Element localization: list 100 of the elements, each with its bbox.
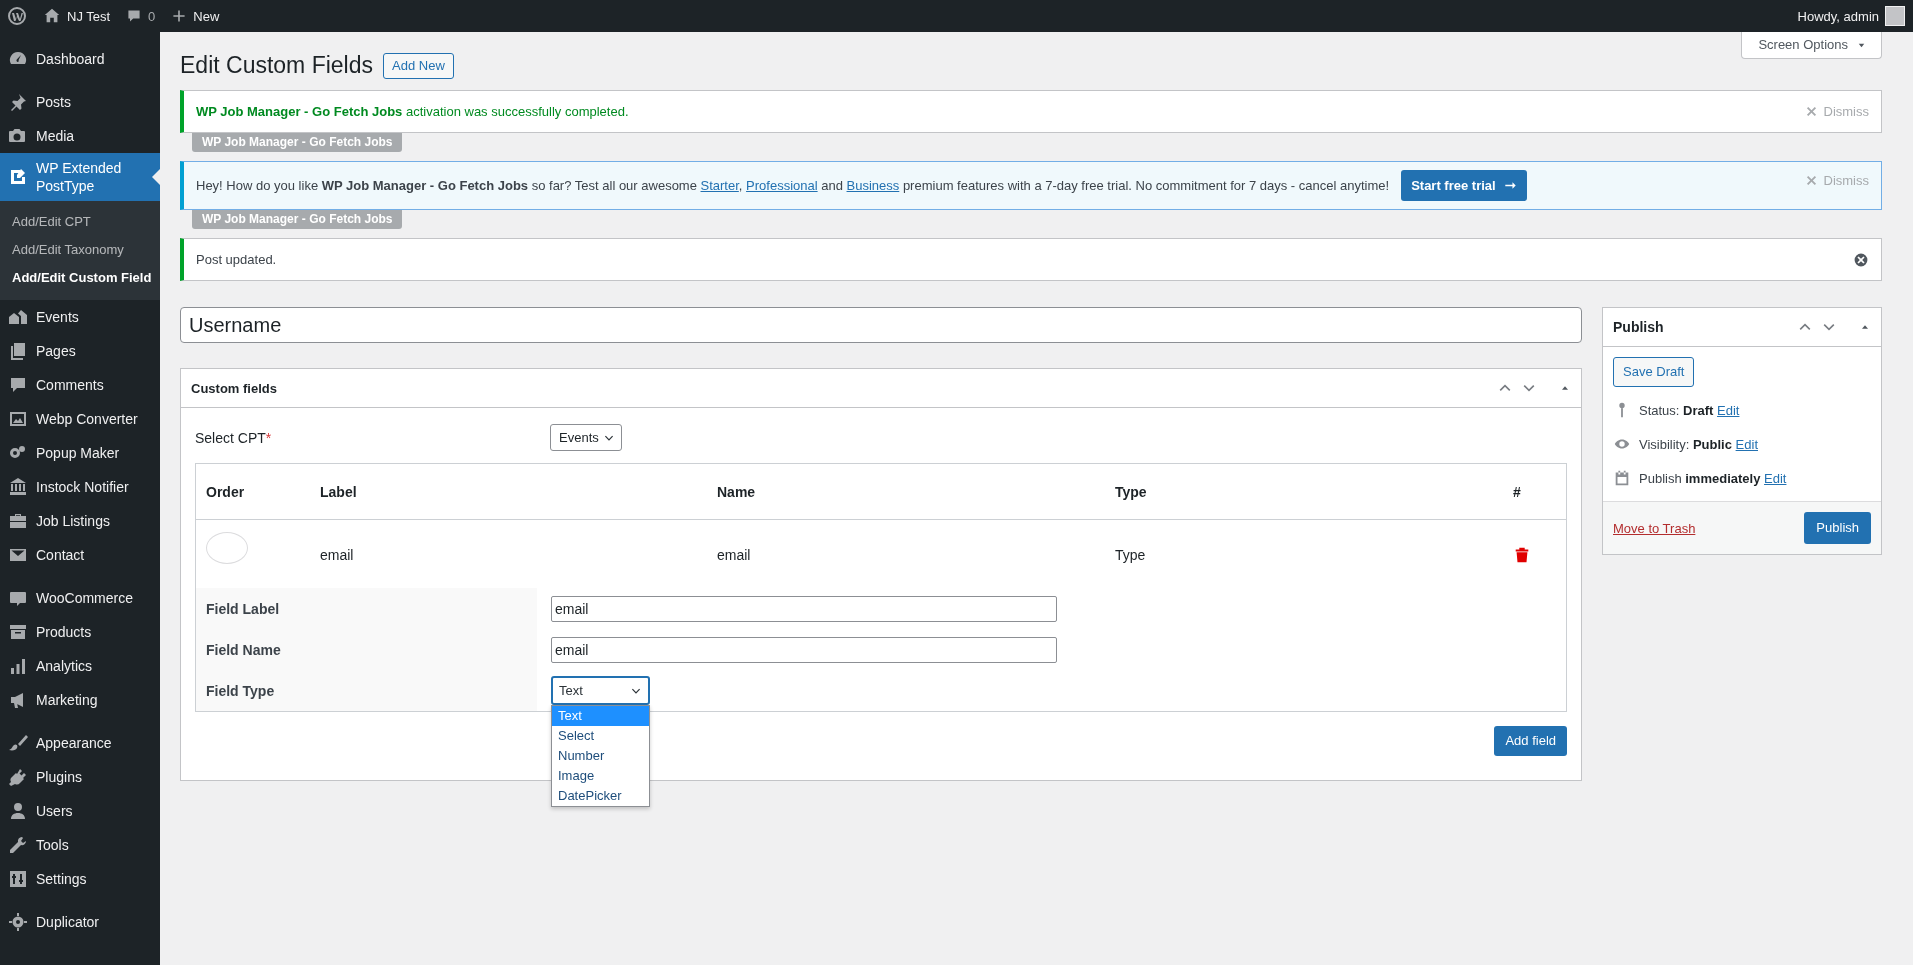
logo-icon[interactable] bbox=[7, 6, 27, 26]
notice-text: Post updated. bbox=[196, 251, 277, 268]
avatar bbox=[1885, 6, 1905, 26]
sidebar-item[interactable]: WP Extended PostType bbox=[0, 153, 160, 201]
text-field[interactable]: email bbox=[551, 595, 1057, 622]
close-icon bbox=[1804, 105, 1818, 118]
edit-link[interactable]: Edit bbox=[1735, 436, 1758, 452]
account-link[interactable]: Howdy, admin bbox=[1797, 6, 1905, 26]
gear-icon bbox=[8, 912, 28, 932]
sidebar-item[interactable]: Products bbox=[0, 615, 160, 649]
page-title: Edit Custom Fields bbox=[180, 51, 373, 80]
plugin-tag: WP Job Manager - Go Fetch Jobs bbox=[192, 210, 403, 229]
edit-link[interactable]: Edit bbox=[1717, 402, 1740, 418]
plus-icon bbox=[171, 8, 188, 24]
sidebar-item[interactable]: Users bbox=[0, 794, 160, 828]
table-cell-text: email bbox=[319, 547, 355, 563]
sidebar-item[interactable]: Popup Maker bbox=[0, 436, 160, 470]
speech-bubble-icon bbox=[8, 375, 28, 395]
sidebar-item[interactable]: Webp Converter bbox=[0, 402, 160, 436]
sidebar-item[interactable]: Dashboard bbox=[0, 42, 160, 76]
sidebar-item[interactable]: Appearance bbox=[0, 726, 160, 760]
column-header: # bbox=[1512, 483, 1522, 500]
sidebar-item[interactable]: Instock Notifier bbox=[0, 470, 160, 504]
field-label: Field Name bbox=[196, 629, 537, 670]
start-trial-button[interactable]: Start free trial bbox=[1401, 170, 1527, 201]
sidebar-item[interactable]: Comments bbox=[0, 368, 160, 402]
column-header: Type bbox=[1114, 483, 1148, 500]
column-header: Name bbox=[716, 483, 757, 500]
field-label: Field Type bbox=[196, 670, 537, 711]
screen-options-button[interactable]: Screen Options bbox=[1741, 32, 1882, 59]
home-icon bbox=[43, 7, 61, 25]
calendar-icon bbox=[1613, 469, 1631, 487]
sidebar-item[interactable]: Analytics bbox=[0, 649, 160, 683]
dropdown-option[interactable]: Select bbox=[552, 726, 649, 746]
new-link[interactable]: New bbox=[171, 8, 220, 24]
cpt-select[interactable]: Events bbox=[550, 424, 622, 451]
save-draft-button[interactable]: Save Draft bbox=[1613, 357, 1695, 387]
sidebar-item[interactable]: Tools bbox=[0, 828, 160, 862]
sidebar-item[interactable]: WooCommerce bbox=[0, 581, 160, 615]
sidebar-item[interactable]: Duplicator bbox=[0, 905, 160, 939]
box-title: Publish bbox=[1613, 319, 1664, 335]
submenu-item[interactable]: Add/Edit Custom Field bbox=[0, 264, 160, 292]
picture-icon bbox=[8, 409, 28, 429]
box-title: Custom fields bbox=[191, 380, 277, 396]
text-field[interactable]: email bbox=[551, 636, 1057, 663]
column-header: Label bbox=[319, 483, 358, 500]
publish-button[interactable]: Publish bbox=[1804, 512, 1871, 544]
sidebar-item[interactable]: Contact bbox=[0, 538, 160, 572]
notice-text: WP Job Manager - Go Fetch Jobs activation was successfully completed. bbox=[196, 103, 629, 120]
speech-bubble-icon bbox=[126, 8, 143, 24]
field-label: Field Label bbox=[196, 588, 537, 629]
column-header: Order bbox=[205, 483, 246, 500]
pages-icon bbox=[8, 341, 28, 361]
comments-link[interactable]: 0 bbox=[126, 8, 156, 24]
comment-count: 0 bbox=[148, 8, 156, 24]
plugin-tag: WP Job Manager - Go Fetch Jobs bbox=[192, 133, 403, 152]
arrow-right-icon bbox=[1503, 179, 1517, 192]
sidebar-item[interactable]: Media bbox=[0, 119, 160, 153]
sidebar-item[interactable]: Marketing bbox=[0, 683, 160, 717]
plan-link[interactable]: Starter bbox=[700, 178, 739, 193]
publish-status-text: Visibility: Public Edit bbox=[1639, 436, 1758, 452]
sidebar-item[interactable]: Pages bbox=[0, 334, 160, 368]
sidebar-item[interactable]: Posts bbox=[0, 85, 160, 119]
table-cell-text: email bbox=[716, 547, 752, 563]
add-new-button[interactable]: Add New bbox=[383, 52, 454, 79]
paintbrush-icon bbox=[8, 733, 28, 753]
archive-box-icon bbox=[8, 622, 28, 642]
site-name-link[interactable]: NJ Test bbox=[43, 7, 111, 25]
sidebar-item[interactable]: Events bbox=[0, 300, 160, 334]
dropdown-option[interactable]: Number bbox=[552, 746, 649, 766]
plan-link[interactable]: Business bbox=[846, 178, 900, 193]
wrench-icon bbox=[8, 835, 28, 855]
submenu-item[interactable]: Add/Edit CPT bbox=[0, 208, 160, 236]
publish-status-text: Status: Draft Edit bbox=[1639, 402, 1740, 418]
dropdown-option[interactable]: Image bbox=[552, 766, 649, 786]
type-select[interactable]: Text bbox=[551, 676, 650, 705]
building-icon bbox=[8, 477, 28, 497]
dropdown-option[interactable]: DatePicker bbox=[552, 786, 649, 806]
houses-icon bbox=[8, 307, 28, 327]
select-cpt-label: Select CPT* bbox=[195, 429, 273, 446]
title-field[interactable]: Username bbox=[180, 307, 1582, 343]
bar-chart-icon bbox=[8, 656, 28, 676]
person-icon bbox=[8, 801, 28, 821]
plan-link[interactable]: Professional bbox=[746, 178, 818, 193]
sidebar-item[interactable]: Job Listings bbox=[0, 504, 160, 538]
sidebar-item[interactable]: Settings bbox=[0, 862, 160, 896]
move-to-trash-link[interactable]: Move to Trash bbox=[1613, 520, 1696, 536]
briefcase-icon bbox=[8, 511, 28, 531]
sliders-icon bbox=[8, 869, 28, 889]
sidebar-item[interactable]: Plugins bbox=[0, 760, 160, 794]
publish-status-text: Publish immediately Edit bbox=[1639, 470, 1787, 486]
circle-close-icon[interactable] bbox=[1853, 251, 1869, 268]
new-label: New bbox=[193, 8, 220, 24]
edit-link[interactable]: Edit bbox=[1764, 470, 1787, 486]
submenu-item[interactable]: Add/Edit Taxonomy bbox=[0, 236, 160, 264]
greeting: Howdy, admin bbox=[1797, 8, 1879, 24]
close-icon bbox=[1804, 174, 1818, 187]
table-cell-text: Type bbox=[1114, 547, 1147, 563]
trash-icon[interactable] bbox=[1513, 546, 1531, 564]
add-field-button[interactable]: Add field bbox=[1494, 726, 1567, 756]
